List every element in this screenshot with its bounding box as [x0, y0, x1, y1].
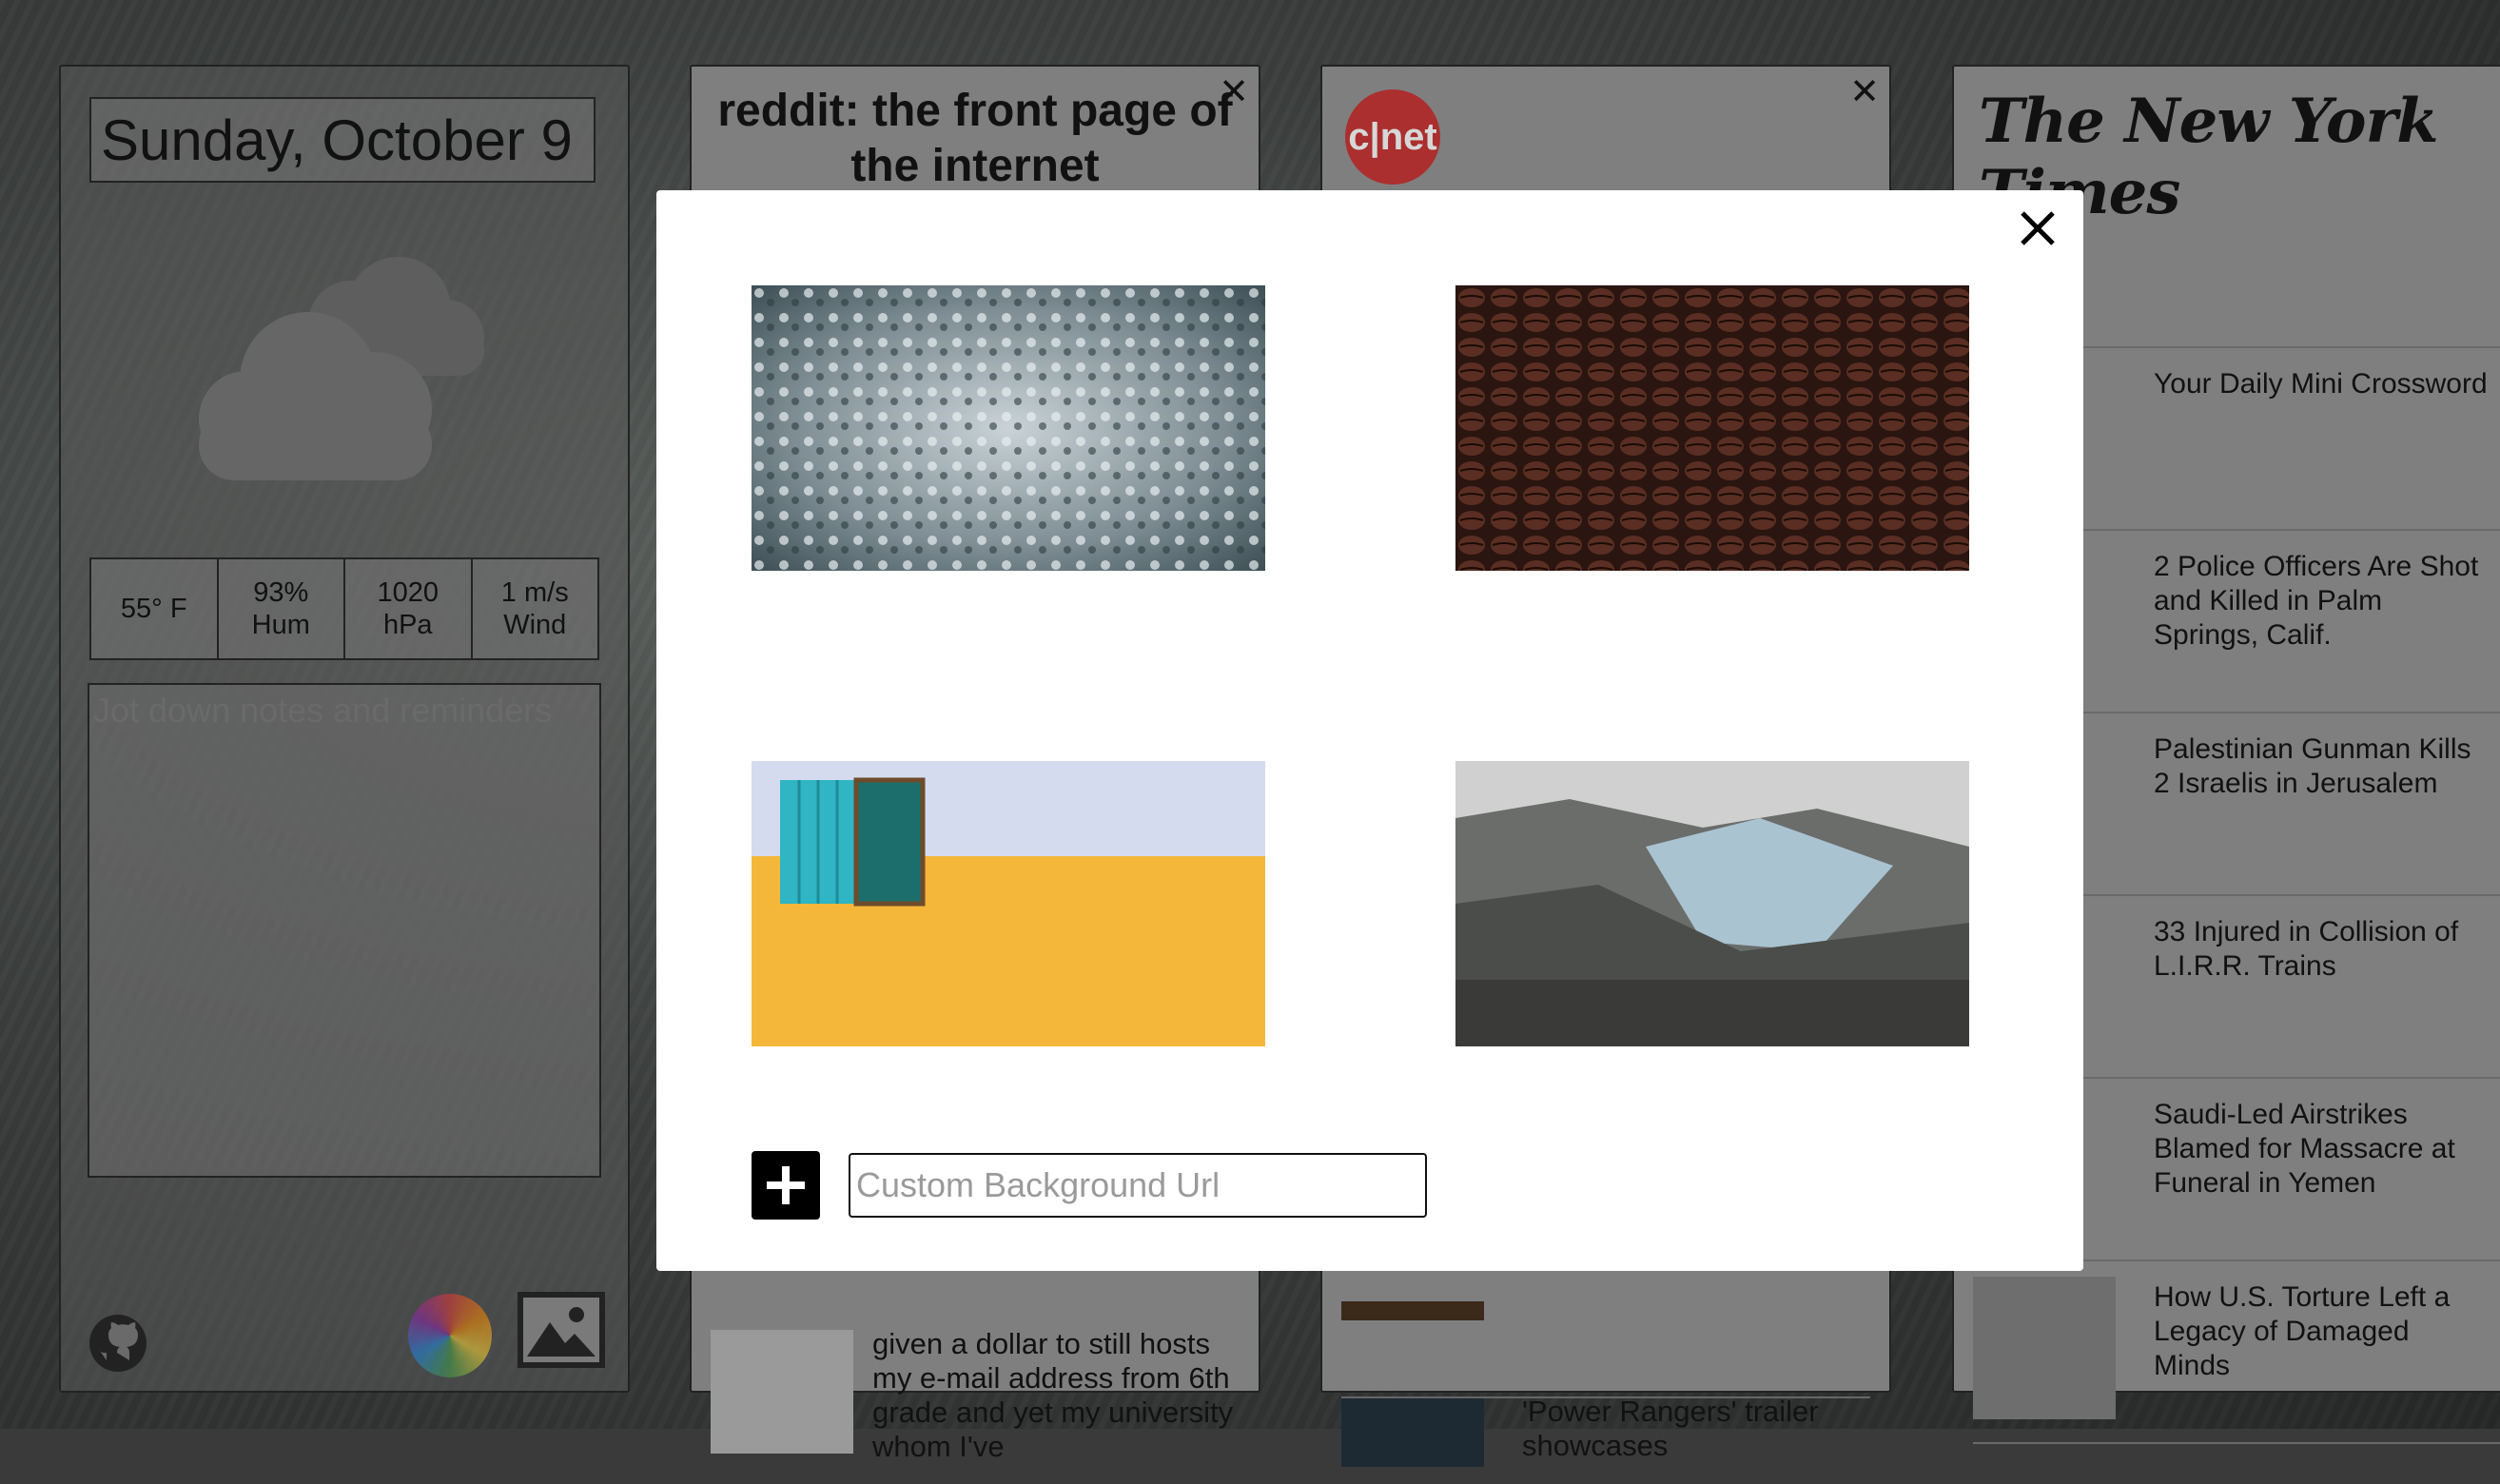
news-headline: 'Power Rangers' trailer showcases	[1522, 1395, 1819, 1462]
news-thumbnail	[1341, 1301, 1484, 1320]
background-picker-modal	[656, 190, 2083, 1271]
list-item[interactable]: 'Power Rangers' trailer showcases	[1341, 1389, 1870, 1484]
cnet-logo: c|net	[1345, 89, 1440, 185]
list-item[interactable]: How U.S. Torture Left a Legacy of Damage…	[1973, 1261, 2500, 1444]
weather-stats: 55° F 93% Hum 1020 hPa 1 m/s Wind	[89, 557, 599, 660]
date-display: Sunday, October 9	[89, 97, 596, 183]
reddit-title: reddit: the front page of the internet	[717, 86, 1233, 191]
reddit-post[interactable]: given a dollar to still hosts my e-mail …	[872, 1327, 1240, 1464]
custom-background-url-input[interactable]	[849, 1153, 1427, 1218]
background-option-coffee[interactable]	[1455, 285, 1969, 571]
news-headline: Palestinian Gunman Kills 2 Israelis in J…	[2154, 733, 2471, 799]
image-icon[interactable]	[518, 1292, 605, 1368]
color-wheel-icon[interactable]	[408, 1294, 492, 1377]
background-option-forest[interactable]	[752, 285, 1265, 571]
plus-icon[interactable]	[752, 1151, 820, 1220]
temperature-stat: 55° F	[91, 559, 219, 658]
info-panel: Sunday, October 9 55° F 93% Hum 1020 hPa…	[59, 65, 630, 1393]
news-headline: 2 Police Officers Are Shot and Killed in…	[2154, 551, 2479, 651]
news-headline: Your Daily Mini Crossword	[2154, 368, 2488, 400]
news-headline: 33 Injured in Collision of L.I.R.R. Trai…	[2154, 916, 2459, 982]
humidity-stat: 93% Hum	[219, 559, 345, 658]
github-icon[interactable]	[88, 1313, 148, 1374]
background-option-glacier[interactable]	[1455, 761, 1969, 1046]
avatar	[711, 1330, 853, 1454]
news-thumbnail	[1341, 1398, 1484, 1467]
news-thumbnail	[1973, 1277, 2116, 1419]
notes-textarea[interactable]: Jot down notes and reminders	[88, 683, 601, 1178]
wind-stat: 1 m/s Wind	[500, 577, 569, 640]
partly-cloudy-icon	[199, 257, 484, 480]
news-headline: Saudi-Led Airstrikes Blamed for Massacre…	[2154, 1099, 2455, 1199]
list-item[interactable]	[1341, 1301, 1870, 1398]
news-headline: How U.S. Torture Left a Legacy of Damage…	[2154, 1281, 2451, 1381]
close-icon[interactable]	[2013, 204, 2062, 253]
close-cnet-icon[interactable]: ✕	[1849, 74, 1880, 110]
background-option-window[interactable]	[752, 761, 1265, 1046]
pressure-stat: 1020 hPa	[345, 559, 473, 658]
